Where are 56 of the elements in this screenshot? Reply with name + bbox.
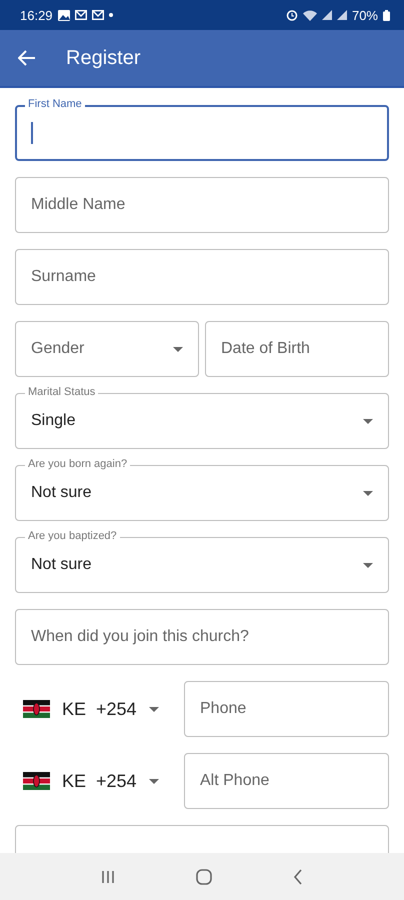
phone-field[interactable]: Phone [184, 681, 389, 737]
field-placeholder: Surname [31, 268, 97, 286]
flag-icon [23, 700, 50, 718]
dropdown-caret-icon [173, 346, 183, 352]
dropdown-field[interactable]: Are you born again? Not sure [15, 458, 389, 521]
dial-code: +254 [96, 770, 137, 792]
phone-field[interactable]: Alt Phone [184, 753, 389, 809]
back-arrow-icon[interactable] [18, 50, 36, 66]
field-label: Are you born again? [25, 458, 130, 470]
text-cursor [31, 122, 33, 144]
country-code-button[interactable]: KE +254 [15, 753, 178, 809]
wifi-icon [302, 10, 317, 20]
mail-icon [74, 10, 87, 20]
recent-apps-icon[interactable] [100, 870, 115, 884]
country-code-button[interactable]: KE +254 [15, 681, 178, 737]
field-placeholder: Gender [31, 340, 86, 358]
image-icon [58, 10, 70, 20]
field-placeholder: When did you join this church? [31, 628, 250, 646]
status-time: 16:29 [20, 8, 53, 22]
text-field[interactable]: First Name [15, 98, 389, 161]
country-code: KE [62, 698, 86, 720]
field-placeholder: Date of Birth [221, 340, 311, 358]
field-value: Not sure [31, 484, 92, 502]
text-field[interactable]: Middle Name [15, 177, 389, 233]
field-placeholder: Phone [200, 700, 248, 718]
country-code: KE [62, 770, 86, 792]
signal-icon [336, 10, 347, 20]
flag-icon [23, 772, 50, 790]
field-label: Marital Status [25, 386, 98, 398]
text-field[interactable]: Surname [15, 249, 389, 305]
home-icon[interactable] [196, 868, 212, 884]
battery-icon [383, 10, 390, 20]
dropdown-caret-icon [148, 706, 159, 712]
dropdown-caret-icon [363, 490, 373, 496]
dropdown-caret-icon [148, 778, 159, 784]
field-placeholder: Alt Phone [200, 772, 270, 790]
dial-code: +254 [96, 698, 137, 720]
dropdown-field[interactable]: Are you baptized? Not sure [15, 530, 389, 593]
field-value: Not sure [31, 556, 92, 574]
text-field[interactable]: When did you join this church? [15, 609, 389, 665]
dropdown-caret-icon [363, 418, 373, 424]
back-icon[interactable] [293, 868, 304, 884]
field-placeholder: Middle Name [31, 196, 126, 214]
alarm-icon [286, 9, 298, 21]
text-field[interactable]: Date of Birth [205, 321, 389, 377]
dropdown-field[interactable]: Marital Status Single [15, 386, 389, 449]
dropdown-caret-icon [363, 562, 373, 568]
screen-title: Register [66, 46, 140, 70]
battery-percent: 70% [352, 8, 378, 22]
field-value: Single [31, 412, 76, 430]
dot-icon [108, 13, 113, 17]
field-label: First Name [25, 98, 85, 110]
dropdown-field[interactable]: Gender [15, 321, 199, 377]
signal-icon [322, 10, 332, 20]
mail-icon [92, 10, 104, 20]
field-label: Are you baptized? [25, 530, 120, 542]
